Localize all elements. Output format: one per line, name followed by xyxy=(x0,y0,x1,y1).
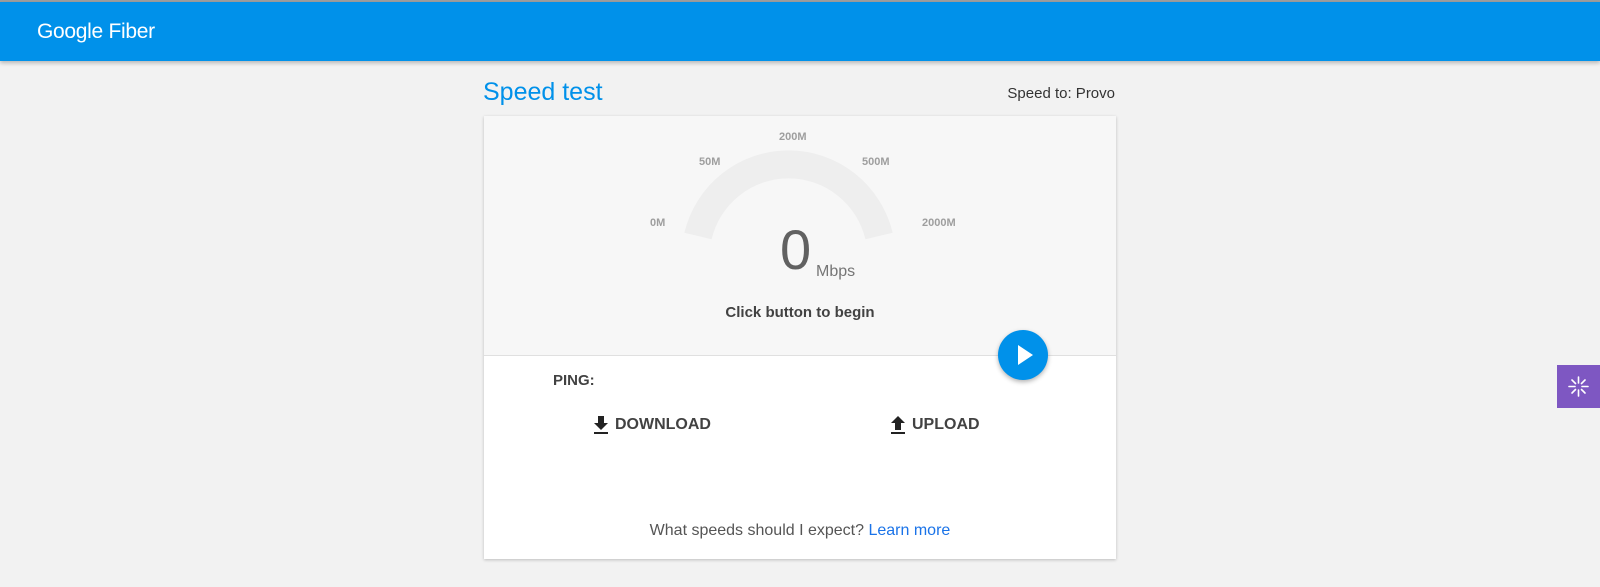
side-widget-button[interactable] xyxy=(1557,365,1600,408)
gauge-area: 0M 50M 200M 500M 2000M 0 Mbps Click butt… xyxy=(484,116,1116,356)
download-result: DOWNLOAD xyxy=(593,416,711,434)
tick-label-50m: 50M xyxy=(699,156,721,168)
ping-label: PING: xyxy=(553,372,595,389)
speed-test-card: 0M 50M 200M 500M 2000M 0 Mbps Click butt… xyxy=(484,116,1116,559)
google-fiber-logo[interactable]: Google Fiber xyxy=(37,20,155,44)
sparkle-icon xyxy=(1568,376,1589,397)
upload-result: UPLOAD xyxy=(890,416,980,434)
speed-value: 0 xyxy=(780,218,812,281)
upload-label: UPLOAD xyxy=(912,416,980,433)
learn-more-link[interactable]: Learn more xyxy=(868,522,950,539)
tick-label-500m: 500M xyxy=(862,156,890,168)
page-title: Speed test xyxy=(483,78,603,106)
upload-icon xyxy=(891,416,905,434)
tick-label-0m: 0M xyxy=(650,217,666,229)
header-bar: Google Fiber xyxy=(0,2,1600,61)
tick-label-200m: 200M xyxy=(779,131,807,143)
download-label: DOWNLOAD xyxy=(615,416,711,433)
speed-expectation: What speeds should I expect? Learn more xyxy=(484,522,1116,540)
play-icon xyxy=(1018,345,1033,365)
speed-to-location: Speed to: Provo xyxy=(1007,85,1115,102)
status-text: Click button to begin xyxy=(725,304,875,321)
expectation-question: What speeds should I expect? xyxy=(649,522,865,539)
tick-label-2000m: 2000M xyxy=(922,217,956,229)
start-test-button[interactable] xyxy=(998,330,1048,380)
download-icon xyxy=(594,416,608,434)
speed-unit: Mbps xyxy=(816,263,856,280)
